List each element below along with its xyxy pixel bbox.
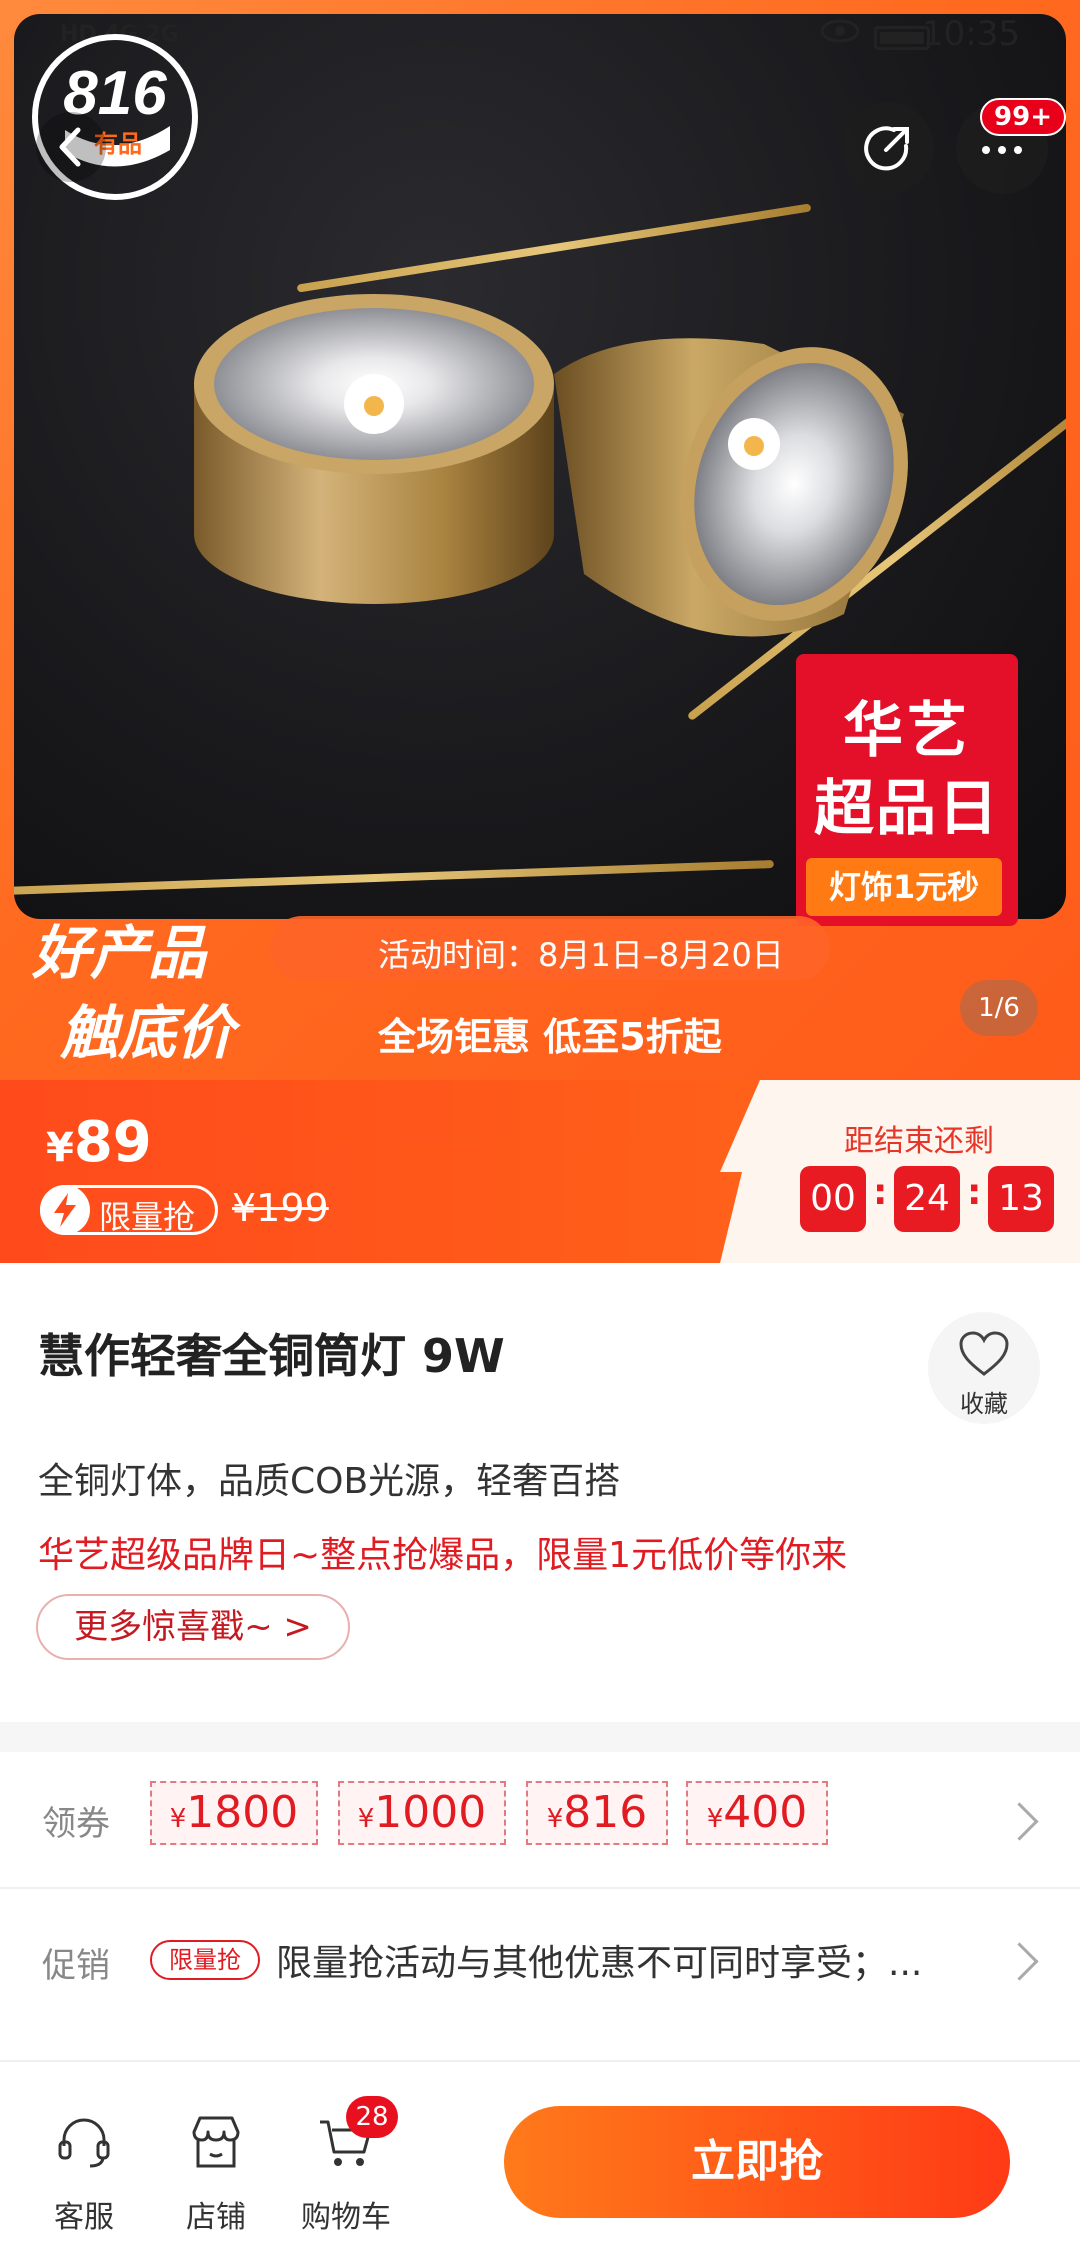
banner-slogan-line1: 好产品	[32, 919, 207, 987]
original-price: ¥199	[232, 1186, 329, 1230]
message-badge: 99+	[980, 98, 1066, 136]
share-icon	[864, 126, 909, 171]
eye-icon	[820, 19, 860, 43]
coupon-item[interactable]: ¥816	[526, 1781, 668, 1845]
back-arrow-icon	[59, 127, 81, 167]
countdown-timer: 距结束还剩 00 : 24 : 13	[720, 1080, 1080, 1263]
section-divider	[0, 1722, 1080, 1752]
coupon-label: 领券	[42, 1804, 110, 1844]
activity-time: 活动时间：8月1日–8月20日	[378, 936, 784, 974]
cart-label: 购物车	[301, 2200, 391, 2235]
clock: 10:35	[922, 14, 1020, 54]
coupon-item[interactable]: ¥1000	[338, 1781, 506, 1845]
flash-sale-badge: 限量抢	[40, 1185, 218, 1236]
cart-button[interactable]: 购物车	[296, 2062, 396, 2246]
lightning-icon	[40, 1185, 90, 1235]
coupon-item[interactable]: ¥400	[686, 1781, 828, 1845]
promotion-label: 促销	[42, 1946, 110, 1986]
promo-card-subtitle: 超品日	[814, 774, 1000, 844]
flash-sale-tag: 限量抢	[150, 1940, 260, 1980]
favorite-label: 收藏	[960, 1390, 1008, 1418]
customer-service-button[interactable]: 客服	[34, 2062, 134, 2246]
countdown-seconds: 13	[988, 1166, 1054, 1232]
coupon-chevron-icon[interactable]	[1000, 1802, 1039, 1841]
promo-line: 华艺超级品牌日~整点抢爆品，限量1元低价等你来	[38, 1535, 848, 1576]
deal-text: 全场钜惠 低至5折起	[378, 1015, 722, 1059]
back-button[interactable]	[36, 112, 106, 182]
store-icon	[192, 2116, 240, 2168]
buy-now-button[interactable]: 立即抢	[504, 2106, 1010, 2218]
heart-icon	[959, 1331, 1009, 1376]
share-button[interactable]	[842, 102, 934, 194]
product-subtitle: 全铜灯体，品质COB光源，轻奢百搭	[38, 1461, 621, 1502]
more-surprises-button[interactable]: 更多惊喜戳~ >	[36, 1594, 350, 1660]
product-title: 慧作轻奢全铜筒灯 9W	[38, 1329, 505, 1383]
favorite-button[interactable]: 收藏	[928, 1312, 1040, 1424]
promotion-chevron-icon[interactable]	[1000, 1942, 1039, 1981]
current-price: ¥89	[46, 1110, 152, 1175]
promotion-description[interactable]: 限量抢活动与其他优惠不可同时享受；...	[276, 1934, 922, 1986]
coupon-item[interactable]: ¥1800	[150, 1781, 318, 1845]
promo-card-title: 华艺	[843, 696, 971, 766]
store-label: 店铺	[186, 2200, 246, 2235]
row-divider	[0, 1887, 1080, 1889]
countdown-label: 距结束还剩	[844, 1124, 994, 1159]
countdown-minutes: 24	[894, 1166, 960, 1232]
activity-banner: 好产品 触底价 活动时间：8月1日–8月20日 全场钜惠 低至5折起 1/6	[0, 880, 1080, 1080]
banner-slogan-line2: 触底价	[60, 999, 235, 1067]
image-counter: 1/6	[960, 980, 1038, 1036]
cart-count-badge: 28	[346, 2096, 398, 2138]
countdown-hours: 00	[800, 1166, 866, 1232]
store-button[interactable]: 店铺	[166, 2062, 266, 2246]
headset-icon	[58, 2118, 110, 2168]
customer-service-label: 客服	[54, 2200, 114, 2235]
